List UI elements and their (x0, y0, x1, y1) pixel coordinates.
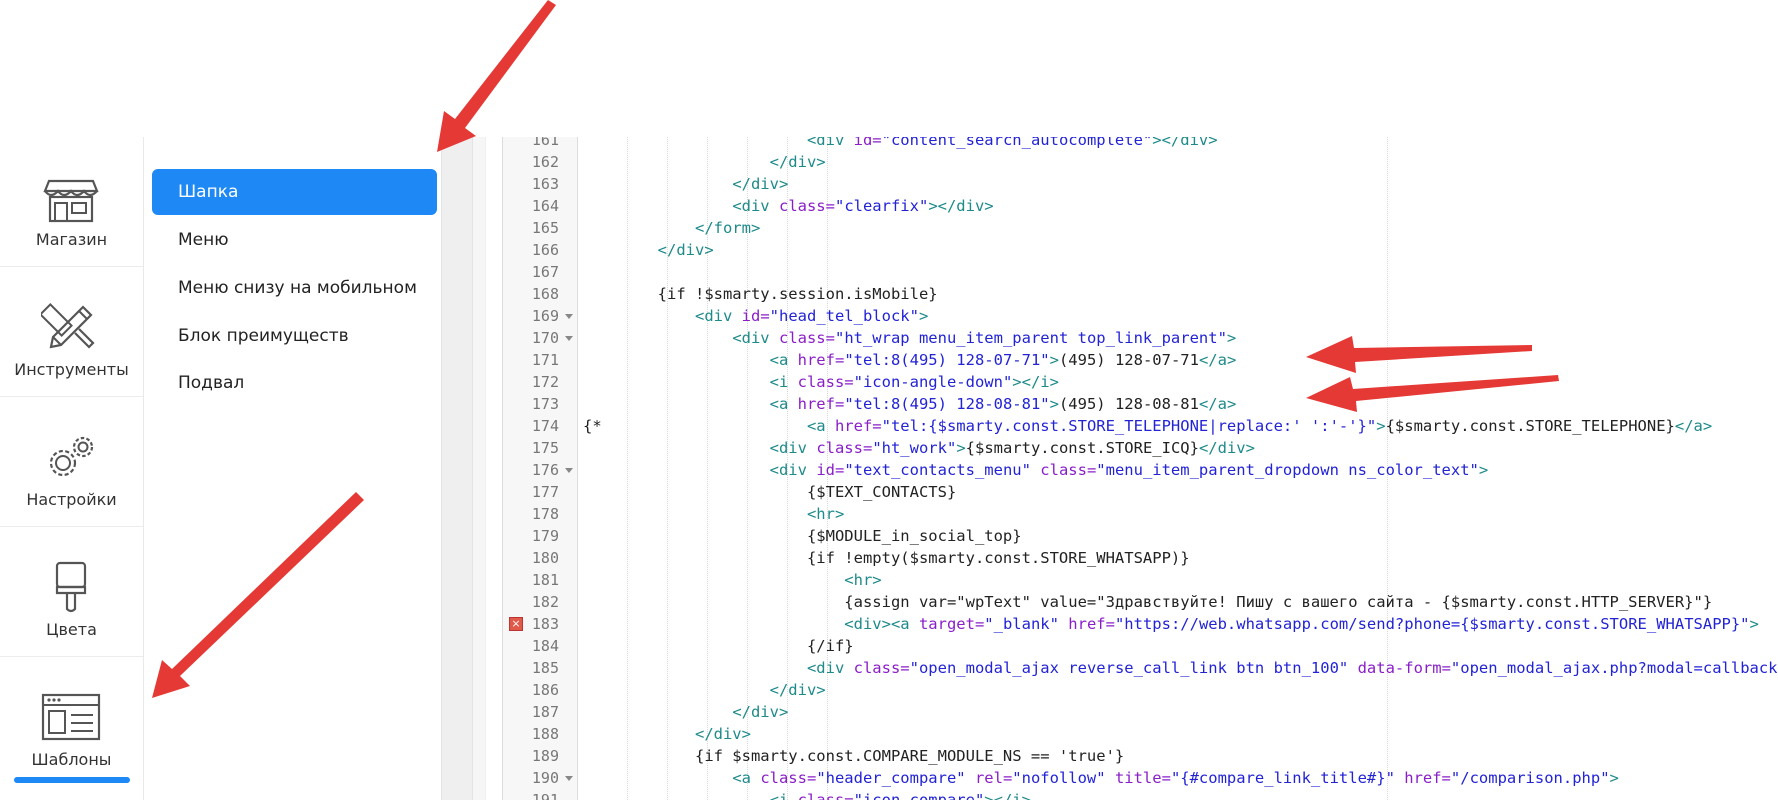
paint-brush-icon (55, 561, 87, 613)
line-number: 190 (531, 769, 559, 787)
line-number: 186 (531, 681, 559, 699)
line-number: 176 (531, 461, 559, 479)
code-line[interactable]: <div id="content_search_autocomplete"></… (583, 137, 1218, 151)
line-number: 165 (531, 219, 559, 237)
line-number: 174 (531, 417, 559, 435)
active-indicator (14, 777, 130, 783)
store-icon (43, 179, 99, 223)
code-line[interactable]: <div class="ht_wrap menu_item_parent top… (583, 327, 1236, 349)
submenu-item-benefits-block[interactable]: Блок преимуществ (152, 313, 437, 359)
line-number: 167 (531, 263, 559, 281)
code-line[interactable]: <a href="tel:8(495) 128-07-71">(495) 128… (583, 349, 1237, 371)
rail-item-templates[interactable]: Шаблоны (0, 657, 143, 787)
code-line[interactable]: </div> (583, 151, 826, 173)
code-line[interactable]: <a href="tel:8(495) 128-08-81">(495) 128… (583, 393, 1237, 415)
rail-item-colors[interactable]: Цвета (0, 527, 143, 657)
fold-toggle-icon[interactable] (565, 468, 573, 473)
line-number: 187 (531, 703, 559, 721)
code-line[interactable]: {$MODULE_in_social_top} (583, 525, 1022, 547)
code-line[interactable]: {if $smarty.const.COMPARE_MODULE_NS == '… (583, 745, 1124, 767)
code-line[interactable]: <div><a target="_blank" href="https://we… (583, 613, 1759, 635)
code-line[interactable]: </div> (583, 679, 826, 701)
code-line[interactable]: <div class="ht_work">{$smarty.const.STOR… (583, 437, 1255, 459)
code-line[interactable]: <div class="clearfix"></div> (583, 195, 993, 217)
code-line[interactable]: </div> (583, 239, 714, 261)
gears-icon (49, 436, 94, 477)
rail-item-label: Шаблоны (31, 750, 112, 769)
line-number: 164 (531, 197, 559, 215)
code-line[interactable]: <div id="head_tel_block"> (583, 305, 928, 327)
fold-toggle-icon[interactable] (565, 336, 573, 341)
line-number: 166 (531, 241, 559, 259)
line-number: 172 (531, 373, 559, 391)
template-editor-app: Магазин Инструменты Настройки Цвета Шабл… (0, 137, 1778, 800)
submenu-item-footer[interactable]: Подвал (152, 360, 437, 406)
line-number-gutter: 161 162 163 164 165 166 167 168 169 170 171 172 173 1… (503, 137, 578, 800)
code-line[interactable]: <div class="open_modal_ajax reverse_call… (583, 657, 1778, 679)
line-number: 173 (531, 395, 559, 413)
code-area[interactable]: <div id="content_search_autocomplete"></… (583, 137, 1778, 800)
code-line[interactable]: <i class="icon-compare"></i> (583, 789, 1031, 800)
code-line[interactable]: </form> (583, 217, 760, 239)
rail-item-settings[interactable]: Настройки (0, 397, 143, 527)
line-number: 169 (531, 307, 559, 325)
fold-toggle-icon[interactable] (565, 314, 573, 319)
rail-item-tools[interactable]: Инструменты (0, 267, 143, 397)
rail-item-label: Магазин (35, 230, 108, 249)
code-line[interactable]: {* <a href="tel:{$smarty.const.STORE_TEL… (583, 415, 1712, 437)
line-number: 177 (531, 483, 559, 501)
rail-item-label: Цвета (46, 620, 97, 639)
code-line[interactable]: <i class="icon-angle-down"></i> (583, 371, 1059, 393)
rail-item-store[interactable]: Магазин (0, 137, 143, 267)
code-line[interactable]: </div> (583, 723, 751, 745)
fold-toggle-icon[interactable] (565, 776, 573, 781)
code-line[interactable]: {/if} (583, 635, 854, 657)
line-number: 162 (531, 153, 559, 171)
line-number: 175 (531, 439, 559, 457)
line-number: 182 (531, 593, 559, 611)
submenu-item-mobile-bottom-menu[interactable]: Меню снизу на мобильном (152, 265, 437, 311)
line-number: 191 (531, 791, 559, 800)
line-number: 189 (531, 747, 559, 765)
code-line[interactable]: {assign var="wpText" value="Здравствуйте… (583, 591, 1712, 613)
code-line[interactable]: <a class="header_compare" rel="nofollow"… (583, 767, 1619, 789)
line-number: 188 (531, 725, 559, 743)
line-number: 168 (531, 285, 559, 303)
line-number: 184 (531, 637, 559, 655)
code-line[interactable]: <hr> (583, 569, 881, 591)
line-number: 163 (531, 175, 559, 193)
code-line[interactable]: <div id="text_contacts_menu" class="menu… (583, 459, 1489, 481)
submenu-item-header[interactable]: Шапка (152, 169, 437, 215)
code-editor[interactable]: 161 162 163 164 165 166 167 168 169 170 171 172 173 1… (502, 137, 1778, 800)
line-number: 181 (531, 571, 559, 589)
code-line[interactable]: {if !empty($smarty.const.STORE_WHATSAPP)… (583, 547, 1190, 569)
line-number: 180 (531, 549, 559, 567)
template-icon (41, 693, 101, 741)
code-line[interactable]: {if !$smarty.session.isMobile} (583, 283, 938, 305)
line-number: 178 (531, 505, 559, 523)
panel-divider (441, 137, 486, 800)
line-number: 171 (531, 351, 559, 369)
code-line[interactable]: {$TEXT_CONTACTS} (583, 481, 956, 503)
line-number: 170 (531, 329, 559, 347)
code-line[interactable]: </div> (583, 701, 788, 723)
line-number: 179 (531, 527, 559, 545)
code-line[interactable]: <hr> (583, 503, 844, 525)
top-blank-area (0, 0, 1778, 137)
rail-item-label: Настройки (26, 490, 117, 509)
error-marker-icon[interactable]: × (509, 617, 523, 631)
main-nav-rail: Магазин Инструменты Настройки Цвета Шабл… (0, 137, 144, 800)
tools-icon (41, 303, 95, 349)
templates-submenu: Шапка Меню Меню снизу на мобильном Блок … (144, 137, 441, 800)
submenu-item-menu[interactable]: Меню (152, 217, 437, 263)
line-number: 185 (531, 659, 559, 677)
code-line[interactable]: </div> (583, 173, 788, 195)
rail-item-label: Инструменты (14, 360, 129, 379)
line-number: 161 (531, 137, 559, 149)
